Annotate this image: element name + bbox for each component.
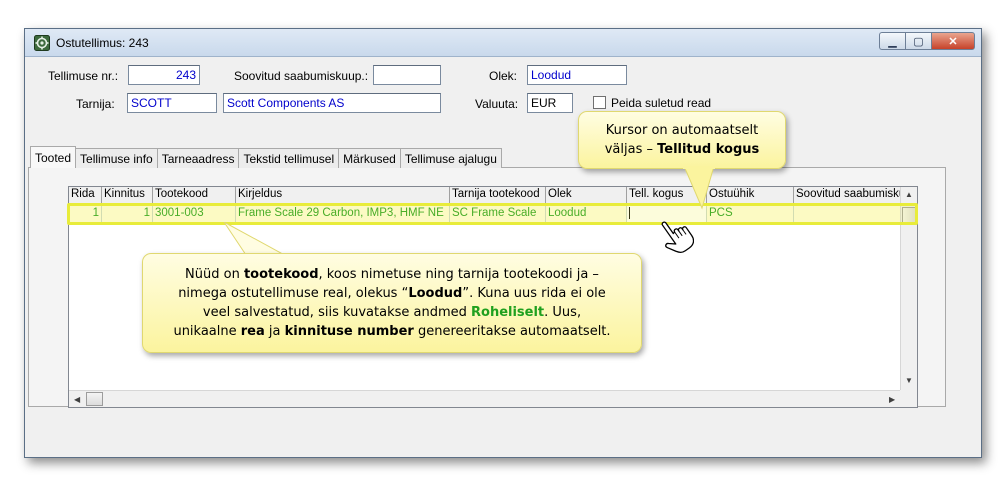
col-olek[interactable]: Olek [546,187,627,204]
currency-label: Valuuta: [475,97,519,111]
scrollbar-corner [900,390,917,407]
col-kinnitus[interactable]: Kinnitus [102,187,153,204]
app-gear-icon [34,35,50,51]
col-kirjeldus[interactable]: Kirjeldus [236,187,450,204]
supplier-name-field[interactable]: Scott Components AS [223,93,441,113]
tab-tekstid-tellimusel[interactable]: Tekstid tellimusel [238,148,340,168]
grid-header: Rida Kinnitus Tootekood Kirjeldus Tarnij… [69,187,902,204]
scroll-down-icon[interactable]: ▼ [905,376,913,385]
hide-closed-checkbox[interactable] [593,96,606,109]
tab-tellimuse-info[interactable]: Tellimuse info [75,148,158,168]
main-callout-line3: veel salvestatud, siis kuvatakse andmed … [202,305,582,320]
desired-arrival-label: Soovitud saabumiskuup.: [234,69,369,83]
close-button[interactable]: ✕ [931,32,975,50]
cursor-callout-line2: väljas – Tellitud kogus [604,142,760,157]
hand-pointer-icon [661,221,694,253]
col-tootekood[interactable]: Tootekood [153,187,236,204]
tab-strip: Tooted Tellimuse info Tarneaadress Tekst… [30,146,502,168]
minimize-icon: ▁ [888,35,897,48]
supplier-code-field[interactable]: SCOTT [127,93,217,113]
scroll-up-icon[interactable]: ▲ [905,190,913,199]
scroll-right-icon[interactable]: ▶ [889,395,895,404]
cursor-callout-line1: Kursor on automaatselt [605,123,759,138]
order-no-label: Tellimuse nr.: [48,69,119,83]
desired-arrival-field[interactable] [373,65,441,85]
close-icon: ✕ [948,35,958,48]
col-rida[interactable]: Rida [69,187,102,204]
col-tarnija-tootekood[interactable]: Tarnija tootekood [450,187,546,204]
horizontal-scroll-thumb[interactable] [86,392,103,406]
supplier-label: Tarnija: [76,97,115,111]
tab-markused[interactable]: Märkused [338,148,401,168]
main-callout-line2: nimega ostutellimuse real, olekus “Loodu… [178,286,606,301]
col-soovitud-saabumiskuup[interactable]: Soovitud saabumiskuup [794,187,902,204]
horizontal-scrollbar[interactable]: ◀ ▶ [69,390,902,407]
window-controls: ▁ ▢ ✕ [879,32,975,50]
cursor-callout-pointer [683,166,715,210]
col-ostuuhik[interactable]: Ostuühik [707,187,794,204]
tab-tarneaadress[interactable]: Tarneaadress [156,148,240,168]
minimize-button[interactable]: ▁ [879,32,905,50]
tab-tooted[interactable]: Tooted [30,146,77,168]
maximize-button[interactable]: ▢ [905,32,931,50]
tab-tellimuse-ajalugu[interactable]: Tellimuse ajalugu [399,148,502,168]
maximize-icon: ▢ [913,35,924,48]
status-label: Olek: [489,69,518,83]
status-field[interactable]: Loodud [527,65,627,85]
row-highlight [67,203,918,225]
main-callout: Nüüd on tootekood, koos nimetuse ning ta… [142,253,642,353]
main-callout-line4: unikaalne rea ja kinnituse number genere… [173,324,611,339]
cursor-callout: Kursor on automaatselt väljas – Tellitud… [578,111,786,169]
currency-field[interactable]: EUR [527,93,573,113]
hide-closed-label: Peida suletud read [611,96,712,110]
title-bar: Ostutellimus: 243 ▁ ▢ ✕ [25,29,981,57]
order-no-field[interactable]: 243 [128,65,200,85]
window-title: Ostutellimus: 243 [56,36,149,50]
main-callout-line1: Nüüd on tootekood, koos nimetuse ning ta… [185,267,599,282]
scroll-left-icon[interactable]: ◀ [74,395,80,404]
